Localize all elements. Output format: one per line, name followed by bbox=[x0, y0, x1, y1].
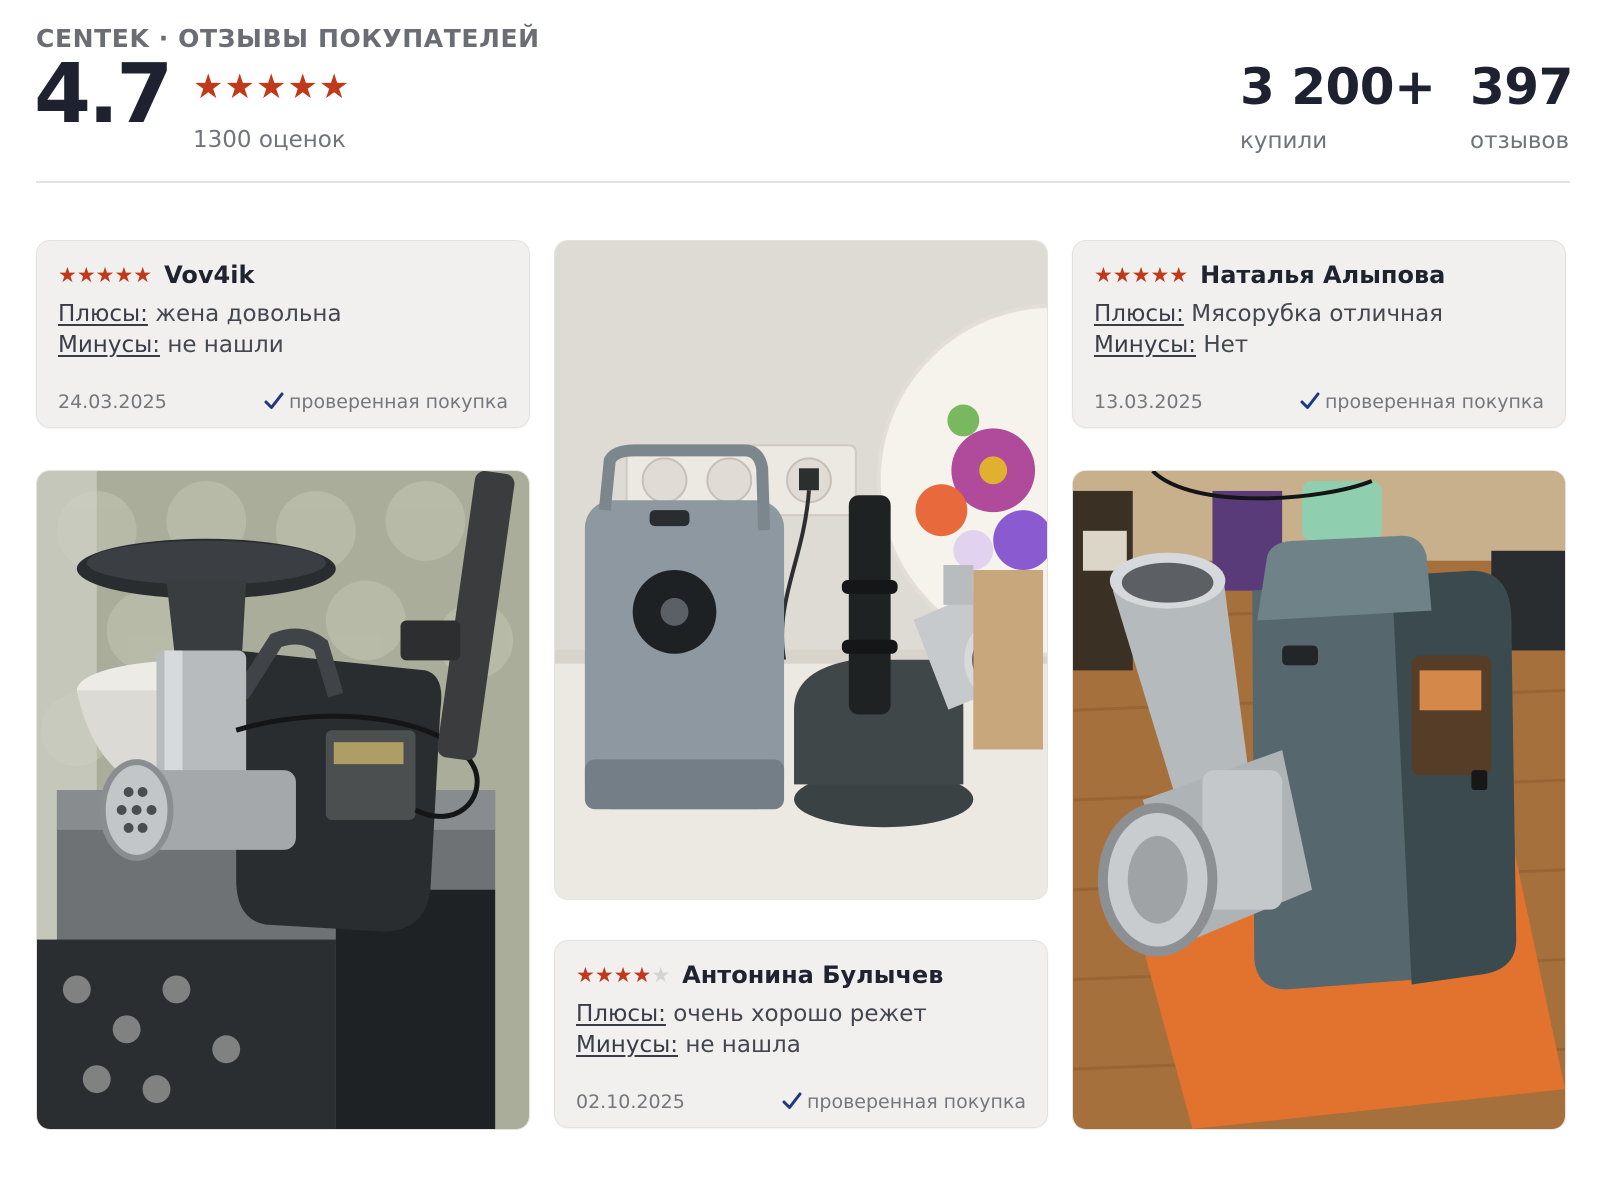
verified-label: проверенная покупка bbox=[288, 391, 508, 413]
review-date: 13.03.2025 bbox=[1094, 391, 1203, 413]
pros-label: Плюсы: bbox=[1094, 301, 1184, 327]
review-stars-filled: ★★★★ bbox=[576, 962, 652, 987]
verified-label: проверенная покупка bbox=[1324, 391, 1544, 413]
verified-label: проверенная покупка bbox=[806, 1091, 1026, 1113]
check-icon bbox=[1300, 392, 1320, 409]
review-card-antonina[interactable]: ★★★★★ Антонина Булычев Плюсы: очень хоро… bbox=[554, 940, 1048, 1128]
review-author: Наталья Алыпова bbox=[1200, 261, 1446, 289]
photo-image bbox=[555, 241, 1047, 899]
review-card-vov4ik[interactable]: ★★★★★ Vov4ik Плюсы: жена довольна Минусы… bbox=[36, 240, 530, 428]
stat-bought: 3 200+ купили bbox=[1240, 58, 1436, 154]
review-cons: Минусы: Нет bbox=[1094, 332, 1248, 358]
review-photo-kitchen-counter[interactable] bbox=[554, 240, 1048, 900]
review-stars: ★★★★★ bbox=[58, 262, 153, 287]
review-pros: Плюсы: очень хорошо режет bbox=[576, 1001, 927, 1027]
cons-text: Нет bbox=[1203, 332, 1249, 358]
check-icon bbox=[782, 1092, 802, 1109]
pros-text: Мясорубка отличная bbox=[1191, 301, 1443, 327]
verified-purchase: проверенная покупка bbox=[263, 391, 508, 413]
ratings-count: 1300 оценок bbox=[193, 127, 346, 153]
review-card-natalya[interactable]: ★★★★★ Наталья Алыпова Плюсы: Мясорубка о… bbox=[1072, 240, 1566, 428]
cons-label: Минусы: bbox=[576, 1032, 678, 1058]
stat-bought-value: 3 200+ bbox=[1240, 58, 1436, 116]
verified-purchase: проверенная покупка bbox=[1299, 391, 1544, 413]
stat-reviews-label: отзывов bbox=[1470, 128, 1570, 154]
review-photo-grinder-orange-board[interactable] bbox=[1072, 470, 1566, 1130]
verified-purchase: проверенная покупка bbox=[781, 1091, 1026, 1113]
cons-label: Минусы: bbox=[1094, 332, 1196, 358]
review-stars-empty: ★ bbox=[651, 962, 671, 987]
review-stars: ★★★★★ bbox=[1094, 262, 1189, 287]
pros-label: Плюсы: bbox=[576, 1001, 666, 1027]
stat-reviews: 397 отзывов bbox=[1470, 62, 1573, 154]
cons-text: не нашли bbox=[167, 332, 284, 358]
review-header: ★★★★★ Антонина Булычев bbox=[576, 961, 943, 989]
header-divider bbox=[36, 181, 1570, 183]
pros-text: жена довольна bbox=[155, 301, 342, 327]
rating-stars: ★★★★★ bbox=[193, 67, 351, 107]
review-cons: Минусы: не нашли bbox=[58, 332, 284, 358]
stat-bought-label: купили bbox=[1240, 128, 1328, 154]
pros-text: очень хорошо режет bbox=[673, 1001, 927, 1027]
review-stars: ★★★★★ bbox=[576, 962, 671, 987]
stat-reviews-value: 397 bbox=[1470, 58, 1573, 116]
review-author: Антонина Булычев bbox=[682, 961, 944, 989]
check-icon bbox=[264, 392, 284, 409]
photo-image bbox=[37, 471, 529, 1129]
review-photo-grinder-microwave[interactable] bbox=[36, 470, 530, 1130]
review-author: Vov4ik bbox=[164, 261, 255, 289]
review-pros: Плюсы: жена довольна bbox=[58, 301, 342, 327]
review-cons: Минусы: не нашла bbox=[576, 1032, 801, 1058]
average-rating: 4.7 bbox=[34, 47, 173, 142]
review-header: ★★★★★ Наталья Алыпова bbox=[1094, 261, 1445, 289]
cons-label: Минусы: bbox=[58, 332, 160, 358]
cons-text: не нашла bbox=[685, 1032, 801, 1058]
review-header: ★★★★★ Vov4ik bbox=[58, 261, 254, 289]
review-date: 24.03.2025 bbox=[58, 391, 167, 413]
review-pros: Плюсы: Мясорубка отличная bbox=[1094, 301, 1443, 327]
photo-image bbox=[1073, 471, 1565, 1129]
review-date: 02.10.2025 bbox=[576, 1091, 685, 1113]
pros-label: Плюсы: bbox=[58, 301, 148, 327]
